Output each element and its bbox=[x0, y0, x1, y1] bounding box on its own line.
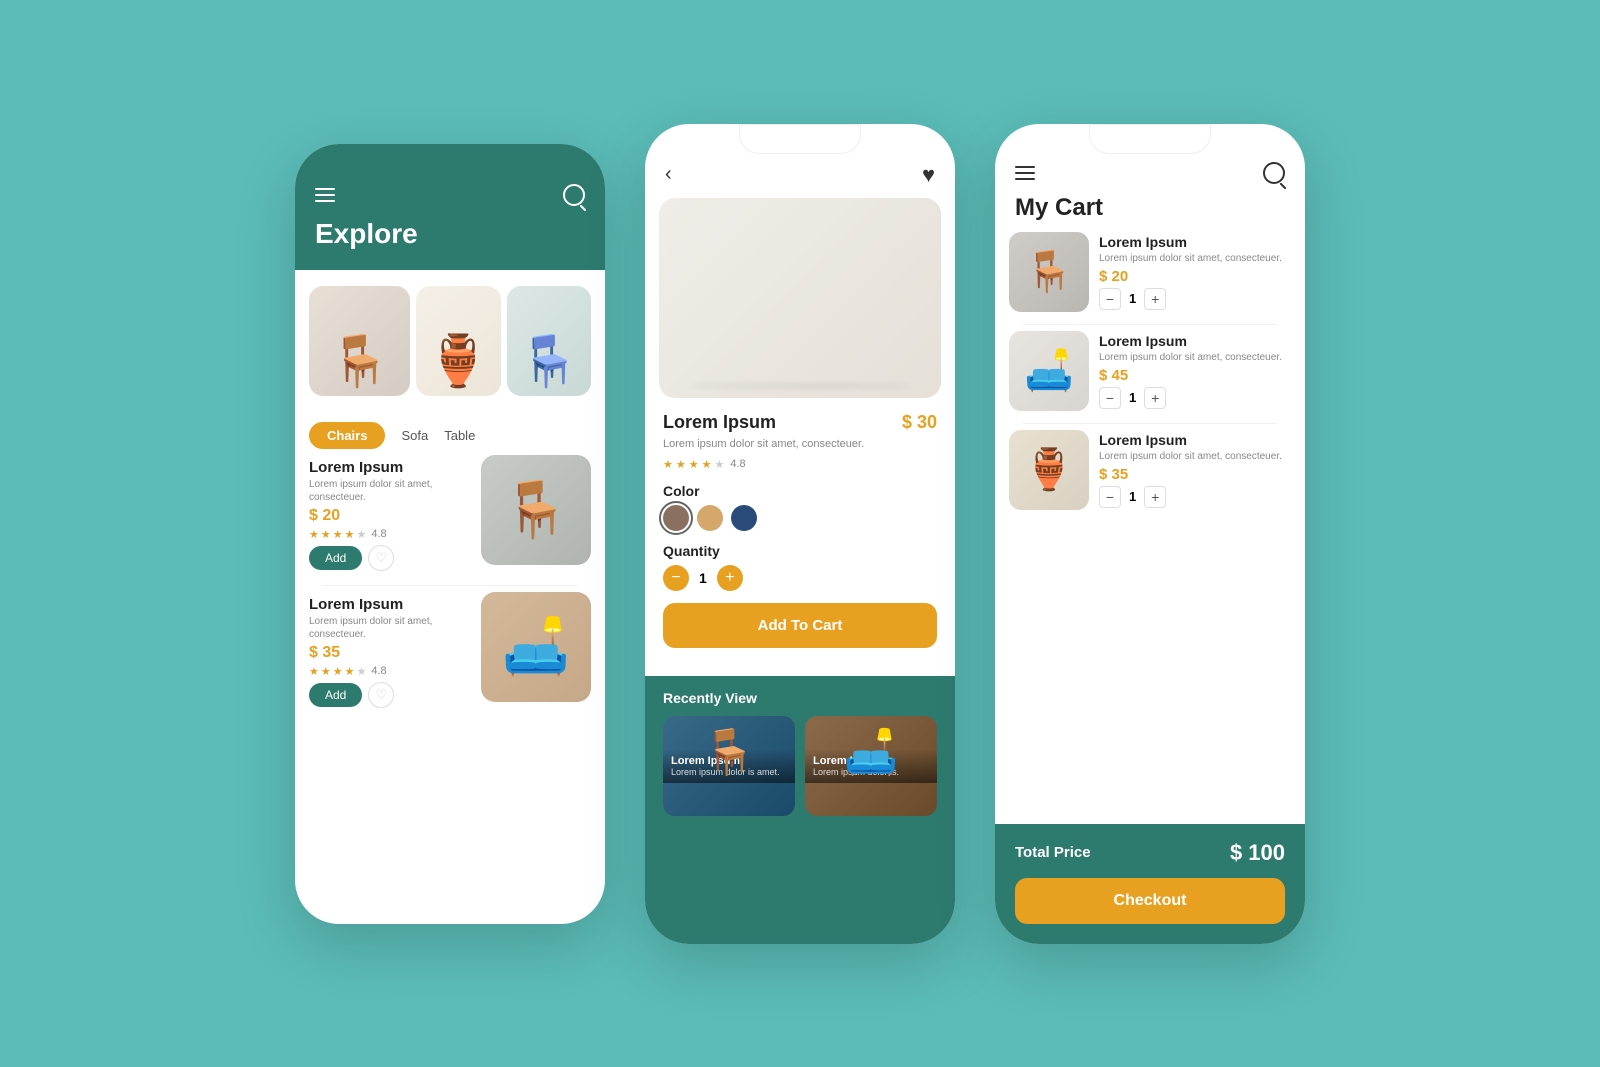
detail-star-5: ★ bbox=[715, 458, 725, 471]
cart-menu-icon[interactable] bbox=[1015, 166, 1035, 180]
product-item: Lorem Ipsum Lorem ipsum dolor sit amet, … bbox=[309, 455, 591, 575]
cart-image-2: 🛋️ bbox=[1009, 331, 1089, 411]
cart-qty-minus-2[interactable]: − bbox=[1099, 387, 1121, 409]
recently-view-label: Recently View bbox=[663, 690, 937, 706]
star-4: ★ bbox=[345, 528, 355, 541]
product-desc-2: Lorem ipsum dolor sit amet, consecteuer. bbox=[309, 615, 471, 641]
cart-image-1: 🪑 bbox=[1009, 232, 1089, 312]
favorite-icon[interactable]: ♥ bbox=[922, 162, 935, 188]
cart-item-price-3: $ 35 bbox=[1099, 466, 1291, 483]
star-2: ★ bbox=[321, 528, 331, 541]
cart-qty-plus-1[interactable]: + bbox=[1144, 288, 1166, 310]
total-price-amount: $ 100 bbox=[1230, 840, 1285, 866]
cart-item-1: 🪑 Lorem Ipsum Lorem ipsum dolor sit amet… bbox=[1009, 232, 1291, 312]
quantity-minus[interactable]: − bbox=[663, 565, 689, 591]
quantity-plus[interactable]: + bbox=[717, 565, 743, 591]
color-brown[interactable] bbox=[663, 505, 689, 531]
recently-viewed-section: Recently View 🪑 Lorem Ipsum Lorem ipsum … bbox=[645, 676, 955, 944]
recently-item-1[interactable]: 🪑 Lorem Ipsum Lorem ipsum dolor is amet. bbox=[663, 716, 795, 816]
product-hero-image bbox=[659, 198, 941, 398]
explore-title: Explore bbox=[315, 218, 585, 250]
rating-1: 4.8 bbox=[371, 528, 386, 540]
cart-items-list: 🪑 Lorem Ipsum Lorem ipsum dolor sit amet… bbox=[995, 232, 1305, 528]
featured-image-1[interactable] bbox=[309, 286, 410, 396]
cart-footer: Total Price $ 100 Checkout bbox=[995, 824, 1305, 944]
cart-item-desc-3: Lorem ipsum dolor sit amet, consecteuer. bbox=[1099, 450, 1291, 463]
product-price-2: $ 35 bbox=[309, 644, 471, 662]
category-table[interactable]: Table bbox=[444, 428, 475, 443]
detail-star-3: ★ bbox=[689, 458, 699, 471]
product-name-1: Lorem Ipsum bbox=[309, 459, 471, 476]
featured-image-2[interactable] bbox=[416, 286, 500, 396]
star-5: ★ bbox=[357, 528, 367, 541]
cart-screen: My Cart 🪑 Lorem Ipsum Lorem ipsum dolor … bbox=[995, 124, 1305, 944]
star-1: ★ bbox=[309, 528, 319, 541]
color-label: Color bbox=[663, 483, 937, 499]
cart-qty-plus-3[interactable]: + bbox=[1144, 486, 1166, 508]
cart-item-3: 🏺 Lorem Ipsum Lorem ipsum dolor sit amet… bbox=[1009, 430, 1291, 510]
explore-screen: Explore Chairs Sofa Table Lorem Ipsum Lo… bbox=[295, 144, 605, 924]
product-price-1: $ 20 bbox=[309, 507, 471, 525]
cart-title: My Cart bbox=[995, 194, 1305, 232]
rating-2: 4.8 bbox=[371, 665, 386, 677]
star-3: ★ bbox=[333, 665, 343, 678]
add-button-1[interactable]: Add bbox=[309, 546, 362, 570]
product-image-2[interactable]: 🛋️ bbox=[481, 592, 591, 702]
detail-product-price: $ 30 bbox=[902, 412, 937, 433]
cart-qty-plus-2[interactable]: + bbox=[1144, 387, 1166, 409]
cart-item-desc-1: Lorem ipsum dolor sit amet, consecteuer. bbox=[1099, 252, 1291, 265]
color-options bbox=[663, 505, 937, 531]
cart-item-price-2: $ 45 bbox=[1099, 367, 1291, 384]
star-2: ★ bbox=[321, 665, 331, 678]
search-icon[interactable] bbox=[563, 184, 585, 206]
category-chairs[interactable]: Chairs bbox=[309, 422, 385, 449]
detail-rating: 4.8 bbox=[730, 458, 745, 470]
detail-star-1: ★ bbox=[663, 458, 673, 471]
cart-item-2: 🛋️ Lorem Ipsum Lorem ipsum dolor sit ame… bbox=[1009, 331, 1291, 411]
color-tan[interactable] bbox=[697, 505, 723, 531]
detail-star-4: ★ bbox=[702, 458, 712, 471]
cart-item-price-1: $ 20 bbox=[1099, 268, 1291, 285]
recently-item-2[interactable]: 🛋️ Lorem Ipsum Lorem ipsum dolor is. bbox=[805, 716, 937, 816]
cart-search-icon[interactable] bbox=[1263, 162, 1285, 184]
cart-qty-minus-1[interactable]: − bbox=[1099, 288, 1121, 310]
detail-product-desc: Lorem ipsum dolor sit amet, consecteuer. bbox=[663, 437, 937, 452]
cart-item-name-3: Lorem Ipsum bbox=[1099, 432, 1291, 448]
product-list: Lorem Ipsum Lorem ipsum dolor sit amet, … bbox=[295, 455, 605, 722]
cart-item-name-1: Lorem Ipsum bbox=[1099, 234, 1291, 250]
color-navy[interactable] bbox=[731, 505, 757, 531]
checkout-button[interactable]: Checkout bbox=[1015, 878, 1285, 924]
product-item-2: Lorem Ipsum Lorem ipsum dolor sit amet, … bbox=[309, 592, 591, 712]
star-1: ★ bbox=[309, 665, 319, 678]
cart-qty-minus-3[interactable]: − bbox=[1099, 486, 1121, 508]
featured-image-3[interactable] bbox=[507, 286, 591, 396]
star-4: ★ bbox=[345, 665, 355, 678]
add-button-2[interactable]: Add bbox=[309, 683, 362, 707]
cart-item-desc-2: Lorem ipsum dolor sit amet, consecteuer. bbox=[1099, 351, 1291, 364]
category-bar: Chairs Sofa Table bbox=[295, 412, 605, 455]
product-detail-screen: ‹ ♥ Lorem Ipsum $ 30 bbox=[645, 124, 955, 944]
category-sofa[interactable]: Sofa bbox=[401, 428, 428, 443]
add-to-cart-button[interactable]: Add To Cart bbox=[663, 603, 937, 648]
back-button[interactable]: ‹ bbox=[665, 163, 672, 186]
star-5: ★ bbox=[357, 665, 367, 678]
cart-item-name-2: Lorem Ipsum bbox=[1099, 333, 1291, 349]
cart-qty-2: 1 bbox=[1129, 390, 1136, 405]
wishlist-button-2[interactable]: ♡ bbox=[368, 682, 394, 708]
quantity-label: Quantity bbox=[663, 543, 937, 559]
cart-qty-3: 1 bbox=[1129, 489, 1136, 504]
wishlist-button-1[interactable]: ♡ bbox=[368, 545, 394, 571]
cart-qty-1: 1 bbox=[1129, 291, 1136, 306]
star-3: ★ bbox=[333, 528, 343, 541]
detail-star-2: ★ bbox=[676, 458, 686, 471]
product-desc-1: Lorem ipsum dolor sit amet, consecteuer. bbox=[309, 478, 471, 504]
product-image-1[interactable]: 🪑 bbox=[481, 455, 591, 565]
total-price-label: Total Price bbox=[1015, 844, 1091, 861]
quantity-value: 1 bbox=[699, 570, 707, 586]
cart-image-3: 🏺 bbox=[1009, 430, 1089, 510]
detail-product-name: Lorem Ipsum bbox=[663, 412, 776, 433]
product-name-2: Lorem Ipsum bbox=[309, 596, 471, 613]
menu-icon[interactable] bbox=[315, 188, 335, 202]
